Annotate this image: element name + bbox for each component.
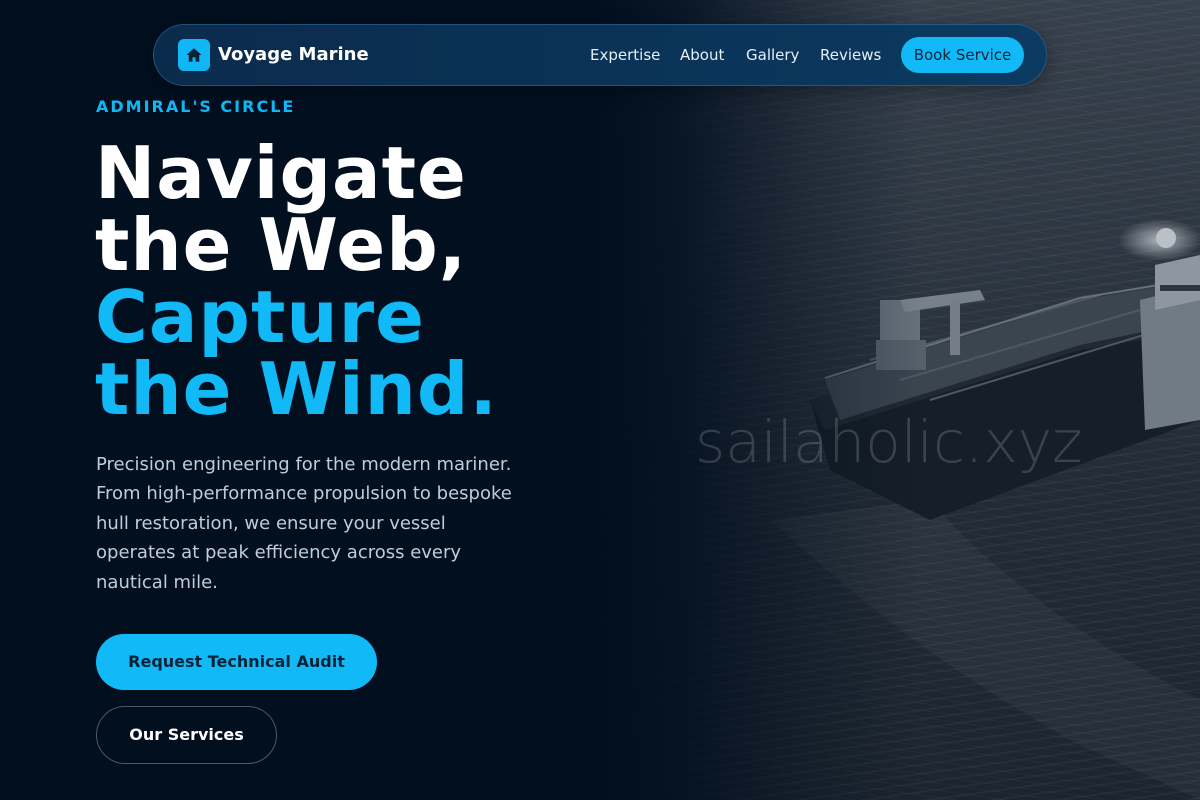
nav-link-gallery[interactable]: Gallery xyxy=(746,45,799,65)
book-service-button[interactable]: Book Service xyxy=(901,37,1024,73)
page: sailaholic.xyz Voyage Marine Expertise A… xyxy=(0,0,1200,800)
request-audit-button[interactable]: Request Technical Audit xyxy=(96,634,377,690)
hero-image-fade xyxy=(600,0,920,800)
nav-link-expertise[interactable]: Expertise xyxy=(590,45,660,65)
hero-eyebrow: ADMIRAL'S CIRCLE xyxy=(96,97,296,116)
navbar: Voyage Marine Expertise About Gallery Re… xyxy=(153,24,1047,86)
hero-headline: Navigate the Web, Capture the Wind. xyxy=(95,137,575,425)
headline-line-2: the Web, xyxy=(95,203,468,287)
brand-name: Voyage Marine xyxy=(218,44,369,65)
hero-description: Precision engineering for the modern mar… xyxy=(96,454,512,593)
headline-line-3: Capture xyxy=(95,275,425,359)
headline-line-4: the Wind. xyxy=(95,347,498,431)
home-icon xyxy=(178,39,210,71)
headline-line-1: Navigate xyxy=(95,131,467,215)
brand-logo[interactable]: Voyage Marine xyxy=(178,39,369,71)
our-services-button[interactable]: Our Services xyxy=(96,706,277,764)
nav-link-about[interactable]: About xyxy=(680,45,724,65)
image-watermark: sailaholic.xyz xyxy=(695,408,1083,476)
nav-link-reviews[interactable]: Reviews xyxy=(820,45,881,65)
